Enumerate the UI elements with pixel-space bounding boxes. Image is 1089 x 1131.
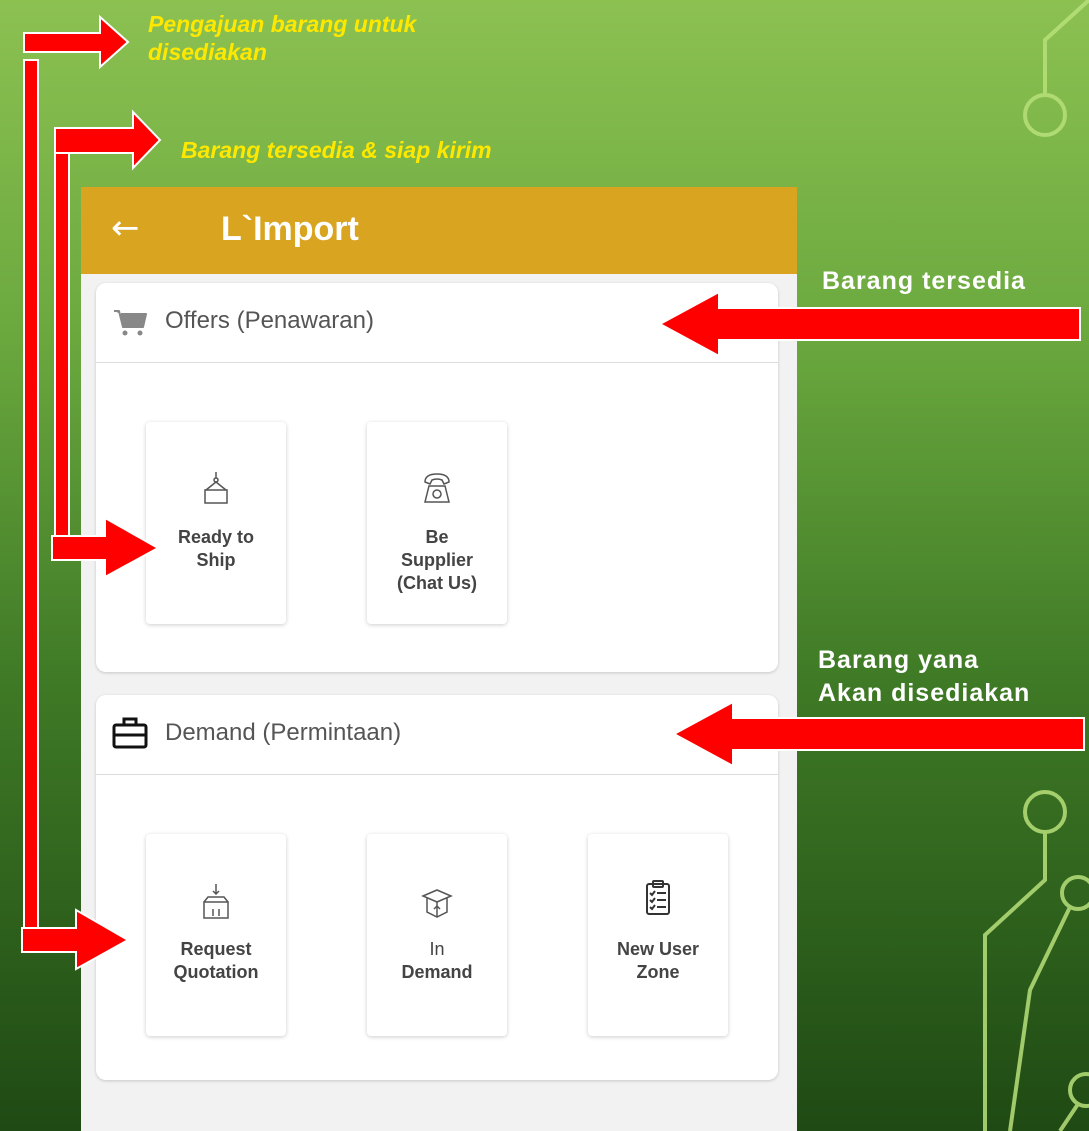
offers-header[interactable]: Offers (Penawaran) xyxy=(96,283,778,363)
clipboard-checklist-icon xyxy=(646,880,670,915)
arrow-left-icon[interactable]: ← xyxy=(111,203,151,253)
crate-hook-icon xyxy=(204,472,228,504)
tile-label-line: Demand xyxy=(401,962,473,982)
tile-ready-to-ship[interactable]: Ready to Ship xyxy=(146,422,286,624)
tile-label-line: Be xyxy=(425,527,449,547)
tile-be-supplier[interactable]: Be Supplier (Chat Us) xyxy=(367,422,507,624)
demand-card: Demand (Permintaan) Request Quotation In… xyxy=(96,695,778,1080)
annotation-akan-line1: Barang yana xyxy=(818,646,980,674)
annotation-siap-kirim: Barang tersedia & siap kirim xyxy=(181,137,492,163)
offers-header-label: Offers (Penawaran) xyxy=(165,307,374,334)
tile-new-user-zone[interactable]: New User Zone xyxy=(588,834,728,1036)
tile-in-demand[interactable]: In Demand xyxy=(367,834,507,1036)
phone-screen: ← L`Import Offers (Penawaran) Ready to S… xyxy=(81,187,797,1131)
annotation-akan-line2: Akan disediakan xyxy=(818,679,1031,707)
tile-label-line: In xyxy=(429,939,445,959)
tile-label-line: Supplier xyxy=(400,550,473,570)
tile-label-line: New User xyxy=(616,939,700,959)
tile-label-line: Ready to xyxy=(177,527,255,547)
app-bar: ← L`Import xyxy=(81,187,797,274)
annotation-pengajuan-line1: Pengajuan barang untuk xyxy=(148,11,417,37)
tile-request-quotation[interactable]: Request Quotation xyxy=(146,834,286,1036)
open-box-icon xyxy=(421,889,453,918)
box-arrow-down-icon xyxy=(203,884,229,919)
phone-icon xyxy=(424,473,450,503)
tile-label-line: Ship xyxy=(196,550,236,570)
shopping-cart-icon xyxy=(114,310,147,336)
annotation-pengajuan-line2: disediakan xyxy=(148,39,267,65)
app-title: L`Import xyxy=(221,210,359,248)
tile-label-line: Quotation xyxy=(173,962,259,982)
offers-card: Offers (Penawaran) Ready to Ship Be Supp… xyxy=(96,283,778,672)
tile-label-line: Request xyxy=(180,939,252,959)
demand-header[interactable]: Demand (Permintaan) xyxy=(96,695,778,775)
tile-label-line: (Chat Us) xyxy=(397,573,477,593)
tile-label-line: Zone xyxy=(636,962,680,982)
demand-header-label: Demand (Permintaan) xyxy=(165,719,402,746)
briefcase-icon xyxy=(112,717,148,749)
annotation-barang-tersedia: Barang tersedia xyxy=(822,267,1026,295)
